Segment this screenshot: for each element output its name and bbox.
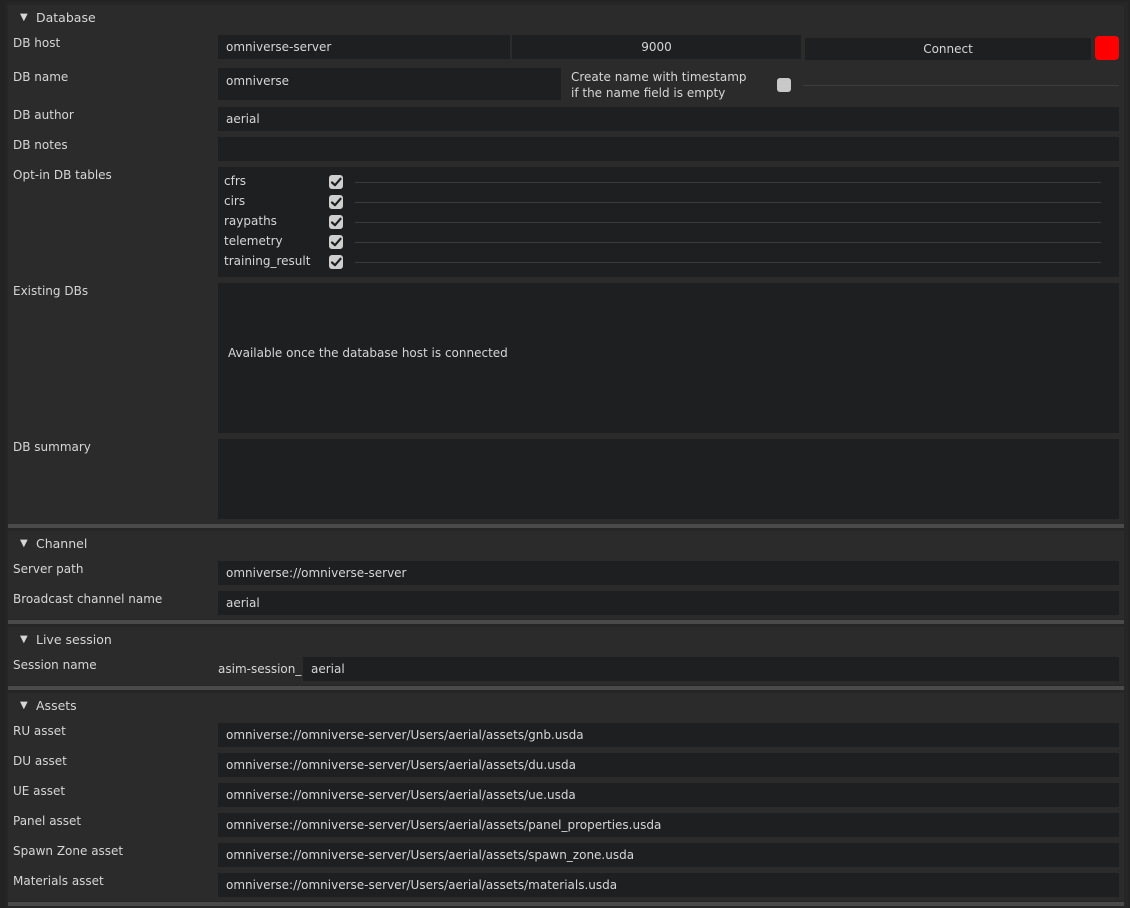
triangle-down-icon: ▼ bbox=[20, 633, 28, 645]
section-divider bbox=[8, 686, 1124, 690]
existing-dbs-label: Existing DBs bbox=[13, 284, 89, 298]
db-host-label: DB host bbox=[13, 36, 61, 50]
db-summary-box bbox=[218, 439, 1119, 519]
db-author-label: DB author bbox=[13, 108, 74, 122]
connect-button[interactable]: Connect bbox=[805, 38, 1091, 60]
existing-dbs-list[interactable]: Available once the database host is conn… bbox=[218, 283, 1119, 433]
du-asset-input[interactable]: omniverse://omniverse-server/Users/aeria… bbox=[218, 753, 1119, 777]
database-section-title: Database bbox=[36, 9, 96, 25]
section-divider bbox=[8, 524, 1124, 528]
table-checkbox-cfrs[interactable] bbox=[329, 175, 343, 189]
db-name-label: DB name bbox=[13, 70, 69, 84]
connection-status-indicator bbox=[1095, 36, 1119, 60]
table-checkbox-telemetry[interactable] bbox=[329, 235, 343, 249]
spawn-zone-asset-label: Spawn Zone asset bbox=[13, 844, 124, 858]
table-name-telemetry: telemetry bbox=[224, 234, 283, 248]
assets-section-title: Assets bbox=[36, 697, 77, 713]
database-section: ▼ Database DB host omniverse-server 9000… bbox=[8, 5, 1124, 524]
section-divider bbox=[8, 902, 1124, 906]
timestamp-checkbox[interactable] bbox=[777, 78, 791, 92]
channel-section: ▼ Channel Server path omniverse://omnive… bbox=[8, 531, 1124, 619]
checkmark-icon bbox=[330, 237, 342, 247]
broadcast-channel-label: Broadcast channel name bbox=[13, 592, 163, 606]
server-path-input[interactable]: omniverse://omniverse-server bbox=[218, 561, 1119, 585]
db-port-input[interactable]: 9000 bbox=[512, 35, 801, 59]
table-name-raypaths: raypaths bbox=[224, 214, 277, 228]
db-summary-label: DB summary bbox=[13, 440, 91, 454]
server-path-label: Server path bbox=[13, 562, 84, 576]
db-name-input[interactable]: omniverse bbox=[218, 68, 561, 100]
db-author-input[interactable]: aerial bbox=[218, 107, 1119, 131]
db-notes-input[interactable] bbox=[218, 137, 1119, 161]
materials-asset-input[interactable]: omniverse://omniverse-server/Users/aeria… bbox=[218, 873, 1119, 897]
live-session-section-title: Live session bbox=[36, 631, 112, 647]
existing-dbs-placeholder: Available once the database host is conn… bbox=[228, 346, 508, 360]
checkmark-icon bbox=[330, 217, 342, 227]
live-session-section-header[interactable]: ▼ Live session bbox=[8, 627, 1124, 651]
triangle-down-icon: ▼ bbox=[20, 11, 28, 23]
checkmark-icon bbox=[330, 197, 342, 207]
panel-asset-label: Panel asset bbox=[13, 814, 82, 828]
panel-asset-input[interactable]: omniverse://omniverse-server/Users/aeria… bbox=[218, 813, 1119, 837]
database-section-header[interactable]: ▼ Database bbox=[8, 5, 1124, 29]
triangle-down-icon: ▼ bbox=[20, 537, 28, 549]
spawn-zone-asset-input[interactable]: omniverse://omniverse-server/Users/aeria… bbox=[218, 843, 1119, 867]
table-name-training-result: training_result bbox=[224, 254, 311, 268]
ru-asset-input[interactable]: omniverse://omniverse-server/Users/aeria… bbox=[218, 723, 1119, 747]
session-name-input[interactable]: aerial bbox=[303, 657, 1119, 681]
ue-asset-input[interactable]: omniverse://omniverse-server/Users/aeria… bbox=[218, 783, 1119, 807]
section-divider bbox=[8, 620, 1124, 624]
channel-section-header[interactable]: ▼ Channel bbox=[8, 531, 1124, 555]
materials-asset-label: Materials asset bbox=[13, 874, 104, 888]
session-prefix: asim-session_ bbox=[218, 662, 302, 676]
timestamp-separator bbox=[803, 85, 1119, 86]
assets-section-header[interactable]: ▼ Assets bbox=[8, 693, 1124, 717]
timestamp-note-line1: Create name with timestamp bbox=[571, 70, 747, 84]
table-separator bbox=[355, 222, 1101, 223]
ue-asset-label: UE asset bbox=[13, 784, 66, 798]
table-name-cfrs: cfrs bbox=[224, 174, 247, 188]
table-checkbox-training-result[interactable] bbox=[329, 255, 343, 269]
channel-section-title: Channel bbox=[36, 535, 88, 551]
optin-tables-box: cfrs cirs raypaths telemetry training_re… bbox=[218, 167, 1119, 277]
db-host-input[interactable]: omniverse-server bbox=[218, 35, 510, 59]
du-asset-label: DU asset bbox=[13, 754, 67, 768]
ru-asset-label: RU asset bbox=[13, 724, 66, 738]
broadcast-channel-input[interactable]: aerial bbox=[218, 591, 1119, 615]
table-separator bbox=[355, 262, 1101, 263]
session-name-label: Session name bbox=[13, 658, 97, 672]
optin-tables-label: Opt-in DB tables bbox=[13, 168, 112, 182]
table-separator bbox=[355, 182, 1101, 183]
timestamp-note-line2: if the name field is empty bbox=[571, 86, 726, 100]
table-separator bbox=[355, 202, 1101, 203]
table-checkbox-raypaths[interactable] bbox=[329, 215, 343, 229]
triangle-down-icon: ▼ bbox=[20, 699, 28, 711]
table-separator bbox=[355, 242, 1101, 243]
checkmark-icon bbox=[330, 257, 342, 267]
table-checkbox-cirs[interactable] bbox=[329, 195, 343, 209]
db-notes-label: DB notes bbox=[13, 138, 68, 152]
live-session-section: ▼ Live session Session name asim-session… bbox=[8, 627, 1124, 685]
assets-section: ▼ Assets RU asset omniverse://omniverse-… bbox=[8, 693, 1124, 901]
checkmark-icon bbox=[330, 177, 342, 187]
table-name-cirs: cirs bbox=[224, 194, 246, 208]
